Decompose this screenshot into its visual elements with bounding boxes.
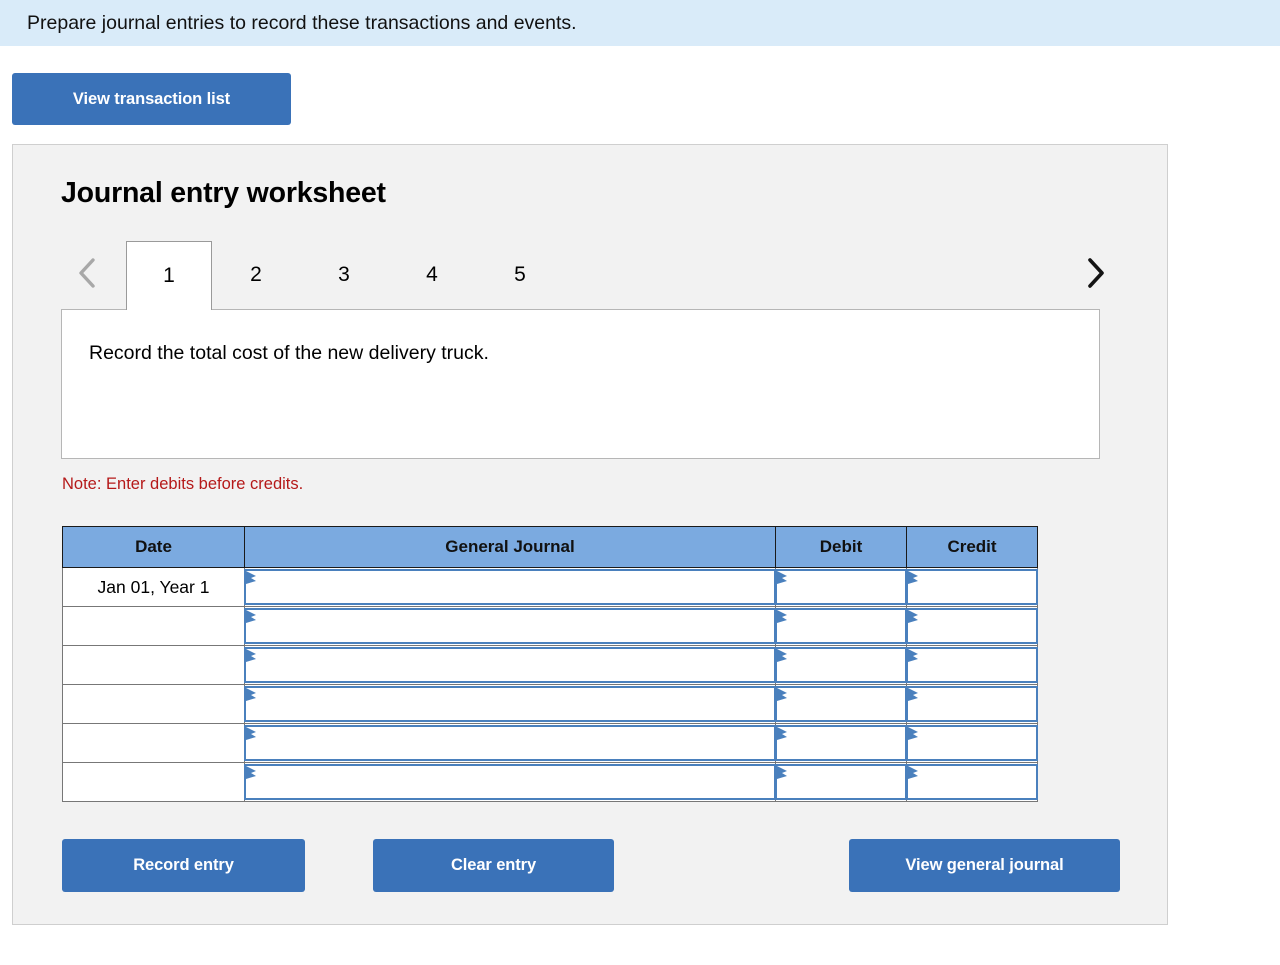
dropdown-flag-icon (908, 727, 919, 740)
dropdown-flag-icon (246, 649, 257, 662)
clear-entry-button[interactable]: Clear entry (373, 839, 614, 892)
view-general-journal-button[interactable]: View general journal (849, 839, 1120, 892)
dropdown-flag-icon (777, 610, 788, 623)
debit-amount-input[interactable] (775, 723, 907, 763)
debit-field[interactable] (775, 686, 907, 722)
transaction-description-text: Record the total cost of the new deliver… (89, 342, 489, 364)
column-header-date: Date (62, 526, 245, 568)
chevron-right-icon (1084, 256, 1106, 290)
tab-entry-4[interactable]: 4 (388, 241, 476, 309)
debit-field[interactable] (775, 569, 907, 605)
debit-field[interactable] (775, 725, 907, 761)
instruction-banner: Prepare journal entries to record these … (0, 0, 1280, 46)
view-transaction-list-button[interactable]: View transaction list (12, 73, 291, 125)
prev-entry-button[interactable] (67, 247, 107, 299)
table-row (62, 606, 1038, 646)
general-journal-table: Date General Journal Debit Credit Jan 01… (62, 526, 1038, 802)
credit-amount-input[interactable] (906, 684, 1038, 724)
general-journal-account-select[interactable] (244, 606, 776, 646)
dropdown-flag-icon (777, 571, 788, 584)
page-title: Journal entry worksheet (61, 177, 386, 209)
table-row (62, 645, 1038, 685)
dropdown-flag-icon (908, 688, 919, 701)
general-journal-account-select[interactable] (244, 567, 776, 607)
column-header-general-journal: General Journal (244, 526, 776, 568)
date-cell[interactable]: Jan 01, Year 1 (62, 567, 245, 607)
credit-field[interactable] (906, 647, 1038, 683)
date-cell[interactable] (62, 645, 245, 685)
tab-label: 2 (250, 263, 262, 286)
dropdown-flag-icon (777, 688, 788, 701)
account-dropdown[interactable] (244, 569, 776, 605)
date-cell[interactable] (62, 762, 245, 802)
tab-label: 3 (338, 263, 350, 286)
tab-label: 1 (163, 264, 175, 287)
journal-entry-worksheet-panel: Journal entry worksheet 1 2 3 4 5 Record… (12, 144, 1168, 925)
credit-amount-input[interactable] (906, 567, 1038, 607)
dropdown-flag-icon (246, 727, 257, 740)
tab-label: 4 (426, 263, 438, 286)
instruction-text: Prepare journal entries to record these … (27, 12, 577, 34)
dropdown-flag-icon (908, 649, 919, 662)
debits-before-credits-note: Note: Enter debits before credits. (62, 475, 304, 493)
debit-amount-input[interactable] (775, 567, 907, 607)
account-dropdown[interactable] (244, 608, 776, 644)
table-row (62, 762, 1038, 802)
account-dropdown[interactable] (244, 686, 776, 722)
debit-field[interactable] (775, 608, 907, 644)
table-row (62, 723, 1038, 763)
tab-entry-1[interactable]: 1 (126, 241, 212, 310)
debit-amount-input[interactable] (775, 684, 907, 724)
table-body: Jan 01, Year 1 (62, 567, 1038, 802)
tab-entry-5[interactable]: 5 (476, 241, 564, 309)
table-header-row: Date General Journal Debit Credit (62, 526, 1038, 568)
tab-label: 5 (514, 263, 526, 286)
credit-field[interactable] (906, 608, 1038, 644)
dropdown-flag-icon (908, 571, 919, 584)
general-journal-account-select[interactable] (244, 762, 776, 802)
credit-field[interactable] (906, 686, 1038, 722)
dropdown-flag-icon (246, 766, 257, 779)
dropdown-flag-icon (246, 571, 257, 584)
account-dropdown[interactable] (244, 725, 776, 761)
next-entry-button[interactable] (1075, 247, 1115, 299)
debit-amount-input[interactable] (775, 606, 907, 646)
tab-entry-3[interactable]: 3 (300, 241, 388, 309)
transaction-description-box: Record the total cost of the new deliver… (61, 309, 1100, 459)
column-header-credit: Credit (906, 526, 1038, 568)
credit-field[interactable] (906, 764, 1038, 800)
account-dropdown[interactable] (244, 764, 776, 800)
general-journal-account-select[interactable] (244, 684, 776, 724)
debit-amount-input[interactable] (775, 645, 907, 685)
debit-field[interactable] (775, 764, 907, 800)
dropdown-flag-icon (246, 688, 257, 701)
credit-field[interactable] (906, 725, 1038, 761)
dropdown-flag-icon (777, 766, 788, 779)
debit-field[interactable] (775, 647, 907, 683)
table-row: Jan 01, Year 1 (62, 567, 1038, 607)
credit-amount-input[interactable] (906, 762, 1038, 802)
column-header-debit: Debit (775, 526, 907, 568)
credit-field[interactable] (906, 569, 1038, 605)
date-cell[interactable] (62, 723, 245, 763)
date-cell[interactable] (62, 606, 245, 646)
debit-amount-input[interactable] (775, 762, 907, 802)
credit-amount-input[interactable] (906, 606, 1038, 646)
tab-entry-2[interactable]: 2 (212, 241, 300, 309)
dropdown-flag-icon (777, 727, 788, 740)
record-entry-button[interactable]: Record entry (62, 839, 305, 892)
general-journal-account-select[interactable] (244, 723, 776, 763)
worksheet-tab-strip: 1 2 3 4 5 (61, 241, 1121, 311)
account-dropdown[interactable] (244, 647, 776, 683)
dropdown-flag-icon (777, 649, 788, 662)
dropdown-flag-icon (246, 610, 257, 623)
date-cell[interactable] (62, 684, 245, 724)
chevron-left-icon (76, 256, 98, 290)
table-row (62, 684, 1038, 724)
credit-amount-input[interactable] (906, 645, 1038, 685)
dropdown-flag-icon (908, 610, 919, 623)
general-journal-account-select[interactable] (244, 645, 776, 685)
dropdown-flag-icon (908, 766, 919, 779)
credit-amount-input[interactable] (906, 723, 1038, 763)
